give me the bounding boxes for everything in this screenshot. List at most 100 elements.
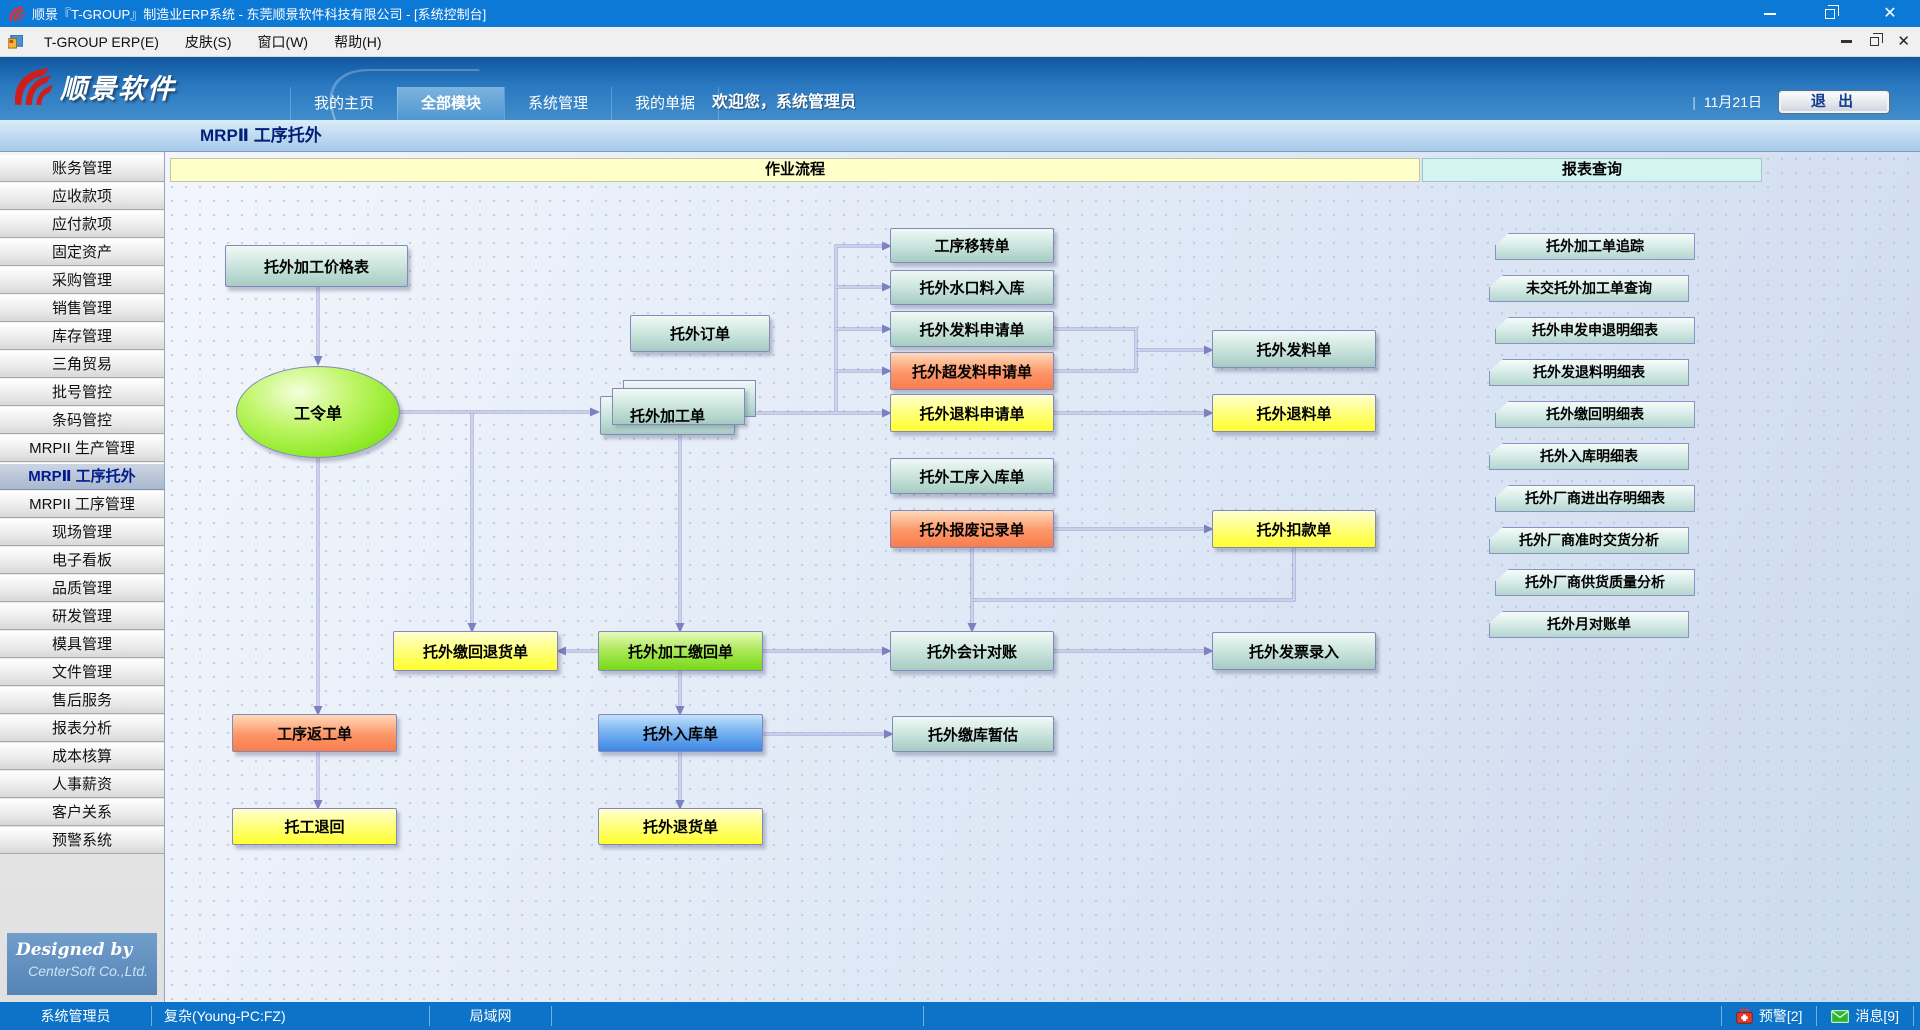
menu-item-tgrouperpe[interactable]: T-GROUP ERP(E) (31, 27, 172, 57)
app-header: 顺景软件 我的主页全部模块系统管理我的单据 欢迎您，系统管理员 |11月21日 … (0, 57, 1920, 120)
report-button[interactable]: 托外月对账单 (1489, 611, 1689, 638)
mdi-minimize-icon[interactable] (1841, 40, 1852, 43)
sidebar-item[interactable]: 电子看板 (0, 547, 164, 574)
sidebar-item[interactable]: 报表分析 (0, 715, 164, 742)
sidebar-item[interactable]: 销售管理 (0, 295, 164, 322)
sidebar-item[interactable]: 库存管理 (0, 323, 164, 350)
flow-node[interactable]: 托外加工价格表 (225, 245, 408, 287)
report-button[interactable]: 托外加工单追踪 (1495, 233, 1695, 260)
welcome-text: 欢迎您，系统管理员 (712, 88, 856, 112)
flow-node[interactable]: 工令单 (236, 366, 400, 458)
sidebar-item[interactable]: 现场管理 (0, 519, 164, 546)
sidebar-item[interactable]: 售后服务 (0, 687, 164, 714)
status-segment (552, 1006, 924, 1026)
report-button[interactable]: 托外缴回明细表 (1495, 401, 1695, 428)
flowchart-canvas: 作业流程 报表查询 托外加工价格表工令单 托外订单托外加工单 工序移转单托外水口料入… (165, 152, 1920, 1002)
flow-node[interactable]: 托外工序入库单 (890, 458, 1054, 494)
flow-node[interactable]: 托外缴回退货单 (393, 631, 558, 671)
flow-node[interactable]: 托外加工单 (600, 396, 735, 435)
sidebar-item[interactable]: MRPⅡ 工序托外 (0, 463, 164, 490)
flow-node[interactable]: 工序移转单 (890, 228, 1054, 263)
flow-node[interactable]: 托外退料单 (1212, 394, 1376, 432)
status-bar: 系统管理员复杂(Young-PC:FZ)局域网 预警[2] 消息[9] (0, 1002, 1920, 1030)
status-right: 预警[2] 消息[9] (1721, 1006, 1920, 1026)
nav-tabs: 我的主页全部模块系统管理我的单据 (290, 87, 719, 120)
menu-item-h[interactable]: 帮助(H) (321, 27, 394, 57)
module-sidebar: 账务管理应收款项应付款项固定资产采购管理销售管理库存管理三角贸易批号管控条码管控… (0, 152, 165, 1002)
minimize-button[interactable] (1740, 0, 1800, 27)
restore-button[interactable] (1800, 0, 1860, 27)
flow-node[interactable]: 托外退料申请单 (890, 394, 1054, 432)
erp-application-window: 顺景『T-GROUP』制造业ERP系统 - 东莞顺景软件科技有限公司 - [系统… (0, 0, 1920, 1030)
flow-node[interactable]: 托外发票录入 (1212, 632, 1376, 670)
page-title-bar: MRPⅡ 工序托外 (0, 120, 1920, 152)
flow-node[interactable]: 托外扣款单 (1212, 510, 1376, 548)
flow-node[interactable]: 工序返工单 (232, 714, 397, 752)
sidebar-list: 账务管理应收款项应付款项固定资产采购管理销售管理库存管理三角贸易批号管控条码管控… (0, 155, 164, 854)
sidebar-item[interactable]: 品质管理 (0, 575, 164, 602)
tab-2[interactable]: 全部模块 (397, 87, 504, 120)
report-button[interactable]: 托外厂商供货质量分析 (1495, 569, 1695, 596)
flow-node[interactable]: 托外报废记录单 (890, 510, 1054, 548)
report-button[interactable]: 托外厂商进出存明细表 (1495, 485, 1695, 512)
exit-button[interactable]: 退 出 (1778, 90, 1890, 114)
sidebar-item[interactable]: MRPII 工序管理 (0, 491, 164, 518)
sidebar-item[interactable]: 文件管理 (0, 659, 164, 686)
messages-label: 消息[9] (1855, 1006, 1899, 1026)
brand-logo: 顺景软件 (10, 65, 176, 107)
flow-node[interactable]: 托外发料申请单 (890, 311, 1054, 347)
alerts-label: 预警[2] (1759, 1006, 1803, 1026)
flow-node[interactable]: 托工退回 (232, 808, 397, 845)
sidebar-item[interactable]: 应付款项 (0, 211, 164, 238)
flow-node[interactable]: 托外发料单 (1212, 330, 1376, 368)
alert-kit-icon (1736, 1009, 1753, 1024)
tab-3[interactable]: 系统管理 (504, 87, 611, 120)
close-button[interactable]: ✕ (1860, 0, 1920, 27)
status-segment: 系统管理员 (0, 1006, 152, 1026)
current-date: |11月21日 (1692, 92, 1762, 112)
tab-1[interactable]: 我的主页 (290, 87, 397, 120)
sidebar-item[interactable]: 客户关系 (0, 799, 164, 826)
report-button[interactable]: 托外入库明细表 (1489, 443, 1689, 470)
flow-node[interactable]: 托外退货单 (598, 808, 763, 845)
menu-item-s[interactable]: 皮肤(S) (172, 27, 245, 57)
flow-node[interactable]: 托外会计对账 (890, 631, 1054, 671)
messages-status[interactable]: 消息[9] (1816, 1006, 1913, 1026)
sidebar-item[interactable]: 成本核算 (0, 743, 164, 770)
flow-node[interactable]: 托外缴库暂估 (892, 716, 1054, 752)
report-section-header: 报表查询 (1422, 158, 1762, 182)
page-title: MRPⅡ 工序托外 (200, 126, 322, 145)
status-segment: 局域网 (430, 1006, 552, 1026)
report-button[interactable]: 托外发退料明细表 (1489, 359, 1689, 386)
sidebar-item[interactable]: 条码管控 (0, 407, 164, 434)
sidebar-item[interactable]: 批号管控 (0, 379, 164, 406)
report-button[interactable]: 托外厂商准时交货分析 (1489, 527, 1689, 554)
flow-node[interactable]: 托外水口料入库 (890, 270, 1054, 305)
sidebar-item[interactable]: 预警系统 (0, 827, 164, 854)
flow-node[interactable]: 托外加工缴回单 (598, 631, 763, 671)
mdi-restore-icon[interactable] (1870, 37, 1879, 46)
sidebar-item[interactable]: 模具管理 (0, 631, 164, 658)
sidebar-item[interactable]: 三角贸易 (0, 351, 164, 378)
sidebar-item[interactable]: 采购管理 (0, 267, 164, 294)
mdi-close-icon[interactable]: ✕ (1897, 34, 1910, 49)
menu-item-w[interactable]: 窗口(W) (245, 27, 322, 57)
report-button[interactable]: 未交托外加工单查询 (1489, 275, 1689, 302)
flow-node[interactable]: 托外入库单 (598, 714, 763, 752)
status-divider (1913, 1006, 1914, 1026)
sidebar-item[interactable]: 应收款项 (0, 183, 164, 210)
sidebar-item[interactable]: 固定资产 (0, 239, 164, 266)
sidebar-item[interactable]: 账务管理 (0, 155, 164, 182)
sidebar-item[interactable]: 研发管理 (0, 603, 164, 630)
report-button[interactable]: 托外申发申退明细表 (1495, 317, 1695, 344)
flow-section-header: 作业流程 (170, 158, 1420, 182)
flow-node[interactable]: 托外订单 (630, 315, 770, 352)
sidebar-item[interactable]: MRPII 生产管理 (0, 435, 164, 462)
app-logo-icon (8, 5, 25, 22)
tab-4[interactable]: 我的单据 (611, 87, 719, 120)
status-segment: 复杂(Young-PC:FZ) (152, 1006, 430, 1026)
flow-node[interactable]: 托外超发料申请单 (890, 352, 1054, 390)
alerts-status[interactable]: 预警[2] (1721, 1006, 1817, 1026)
sidebar-item[interactable]: 人事薪资 (0, 771, 164, 798)
window-title: 顺景『T-GROUP』制造业ERP系统 - 东莞顺景软件科技有限公司 - [系统… (32, 4, 1740, 23)
